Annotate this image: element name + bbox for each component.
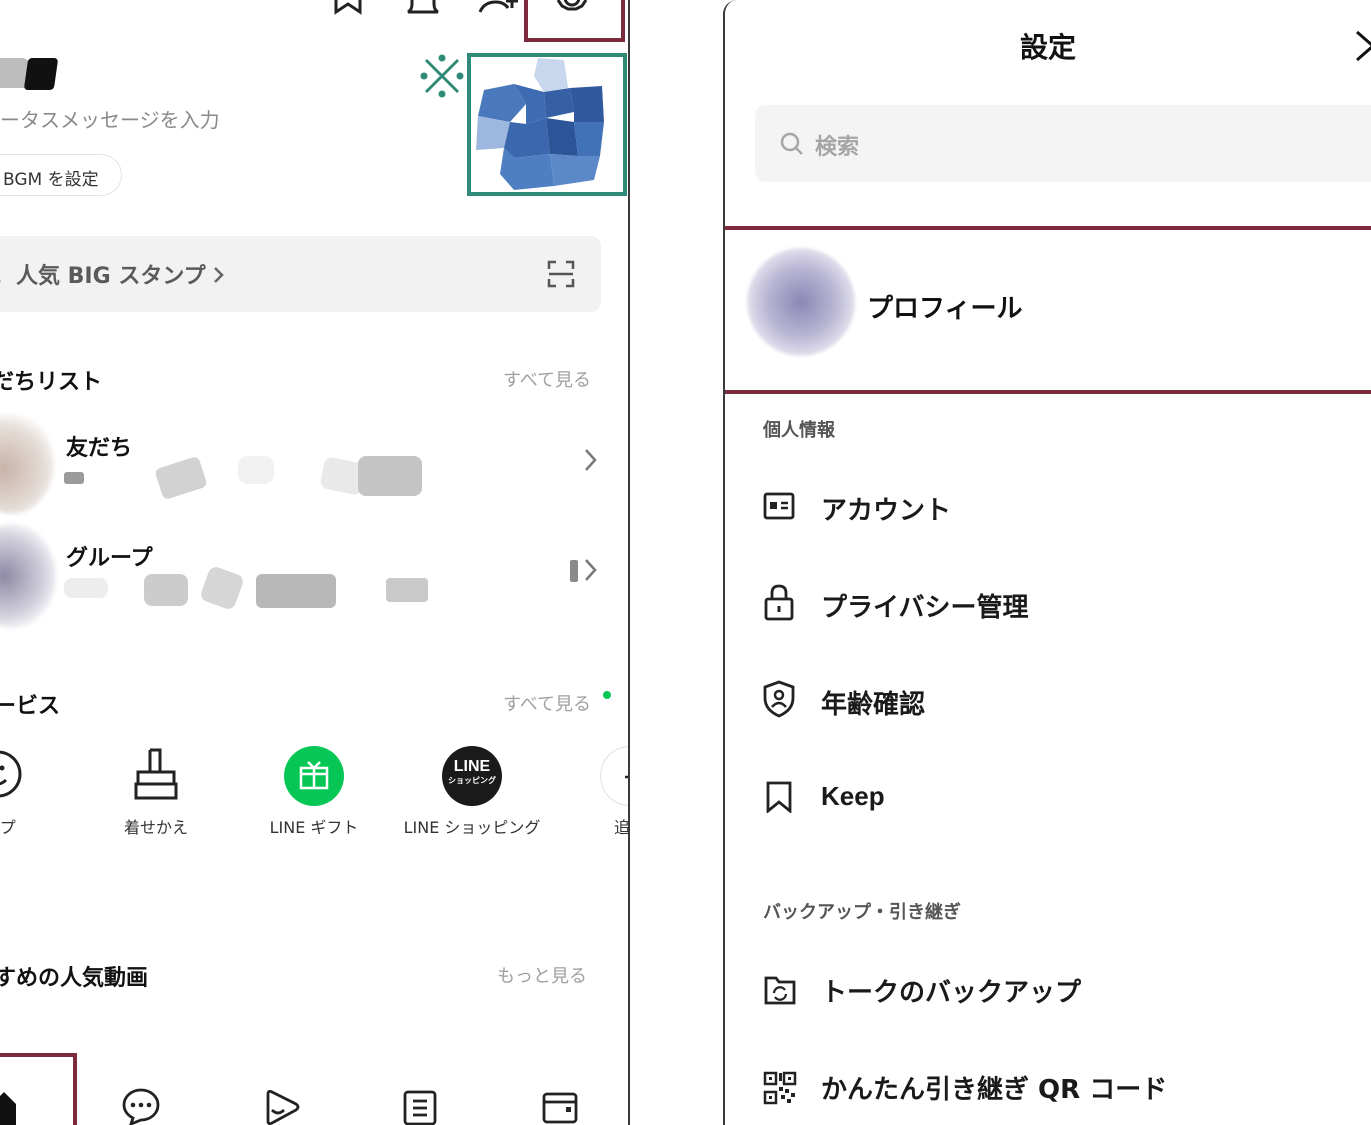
brush-icon <box>132 746 180 802</box>
reference-mark-icon <box>418 52 466 100</box>
profile-image-highlight-box <box>467 53 627 196</box>
videos-more-link[interactable]: もっと見る <box>497 962 587 988</box>
friends-preview-redacted <box>238 456 274 484</box>
folder-sync-icon <box>763 974 797 1006</box>
panel-divider <box>628 0 630 1125</box>
group-label-personal: 個人情報 <box>763 420 835 441</box>
group-label-backup: バックアップ・引き継ぎ <box>763 902 961 923</box>
chevron-right-icon <box>584 558 598 582</box>
qr-code-icon <box>763 1071 797 1105</box>
bgm-button[interactable]: BGM を設定 <box>0 154 122 196</box>
id-card-icon <box>763 492 795 520</box>
services-section-title: ービス <box>0 694 61 719</box>
menu-item-age-verification[interactable]: 年齢確認 <box>725 664 1371 736</box>
settings-search-input[interactable]: 検索 <box>755 105 1371 182</box>
bottom-nav <box>0 1060 630 1125</box>
services-see-all-link[interactable]: すべて見る <box>503 690 591 716</box>
service-item-shopping[interactable]: LINE ショッピング LINE ショッピング <box>402 744 542 864</box>
service-label: 着せかえ <box>123 818 188 837</box>
friends-see-all-link[interactable]: すべて見る <box>503 366 591 392</box>
groups-preview-redacted <box>64 578 108 598</box>
age-shield-icon <box>763 680 795 718</box>
friends-row[interactable]: 友だち <box>0 408 610 514</box>
menu-item-privacy[interactable]: プライバシー管理 <box>725 567 1371 639</box>
search-icon <box>779 131 805 157</box>
service-label: ンプ <box>0 818 16 837</box>
groups-preview-redacted <box>386 578 428 602</box>
menu-item-chat-backup[interactable]: トークのバックアップ <box>725 952 1371 1024</box>
menu-label: プライバシー管理 <box>821 593 1029 623</box>
settings-highlight-box <box>524 0 625 42</box>
settings-title: 設定 <box>1019 31 1076 64</box>
service-label: 追 <box>613 818 630 837</box>
status-message-field[interactable]: ータスメッセージを入力 <box>0 104 220 133</box>
service-item-gift[interactable]: LINE ギフト <box>244 744 384 844</box>
friends-preview-redacted <box>358 456 422 496</box>
groups-avatar <box>0 524 56 628</box>
groups-row-label: グループ <box>66 546 153 571</box>
chat-tab-icon[interactable] <box>121 1088 161 1125</box>
groups-row[interactable]: グループ <box>0 518 610 628</box>
add-friend-icon[interactable] <box>478 0 522 16</box>
profile-name-redacted-2 <box>23 58 59 90</box>
friends-preview-redacted <box>64 472 84 484</box>
bell-icon[interactable] <box>406 0 440 16</box>
line-shopping-badge-top: LINE <box>453 758 491 775</box>
service-label: LINE ショッピング <box>403 818 541 837</box>
home-search-bar[interactable]: 人気 BIG スタンプ <box>0 236 601 312</box>
home-tab-highlight-box <box>0 1053 77 1125</box>
service-item-theme[interactable]: 着せかえ <box>86 744 226 844</box>
smiley-icon <box>0 748 24 800</box>
friends-preview-redacted <box>154 455 208 501</box>
videos-section-title: すめの人気動画 <box>0 966 149 991</box>
line-shopping-icon: LINE ショッピング <box>442 746 502 806</box>
menu-label: Keep <box>821 781 885 811</box>
groups-preview-redacted <box>570 560 578 582</box>
menu-label: トークのバックアップ <box>821 978 1082 1008</box>
settings-screen: 設定 検索 プロフィール 個人情報 アカウント プライバシー管理 年齢確認 Ke… <box>723 0 1371 1125</box>
search-icon <box>0 264 2 284</box>
groups-preview-redacted <box>198 564 246 612</box>
menu-item-keep[interactable]: Keep <box>725 761 1371 833</box>
add-icon <box>600 746 630 806</box>
bookmark-icon <box>765 781 793 813</box>
bookmark-icon[interactable] <box>332 0 364 16</box>
groups-preview-redacted <box>256 574 336 608</box>
menu-label: 年齢確認 <box>821 690 926 720</box>
friends-section-title: だちリスト <box>0 370 103 395</box>
service-item-stamp[interactable]: ンプ <box>0 744 70 844</box>
lock-icon <box>763 583 795 621</box>
menu-item-account[interactable]: アカウント <box>725 470 1371 542</box>
menu-item-qr-transfer[interactable]: かんたん引き継ぎ QR コード <box>725 1049 1371 1121</box>
chevron-right-icon <box>213 266 225 284</box>
new-indicator-dot <box>603 691 611 699</box>
voom-tab-icon[interactable] <box>264 1090 302 1125</box>
menu-label: かんたん引き継ぎ QR コード <box>821 1075 1168 1105</box>
chevron-right-icon <box>584 448 598 472</box>
friends-row-label: 友だち <box>66 436 133 461</box>
profile-highlight-box <box>725 226 1371 394</box>
search-suggestion-label: 人気 BIG スタンプ <box>16 264 206 289</box>
service-label: LINE ギフト <box>269 818 359 837</box>
menu-label: アカウント <box>821 496 952 526</box>
scan-icon[interactable] <box>547 260 575 288</box>
search-placeholder: 検索 <box>815 135 860 160</box>
close-icon[interactable] <box>1355 30 1371 62</box>
groups-preview-redacted <box>144 574 188 606</box>
friends-avatar <box>0 414 54 514</box>
news-tab-icon[interactable] <box>403 1090 437 1125</box>
home-screen: ータスメッセージを入力 BGM を設定 人気 BIG スタンプ だちリスト すべ… <box>0 0 630 1125</box>
line-shopping-badge-bottom: ショッピング <box>448 776 496 785</box>
gift-icon <box>284 746 344 806</box>
service-item-add[interactable]: 追 <box>560 744 630 844</box>
wallet-tab-icon[interactable] <box>542 1092 578 1124</box>
